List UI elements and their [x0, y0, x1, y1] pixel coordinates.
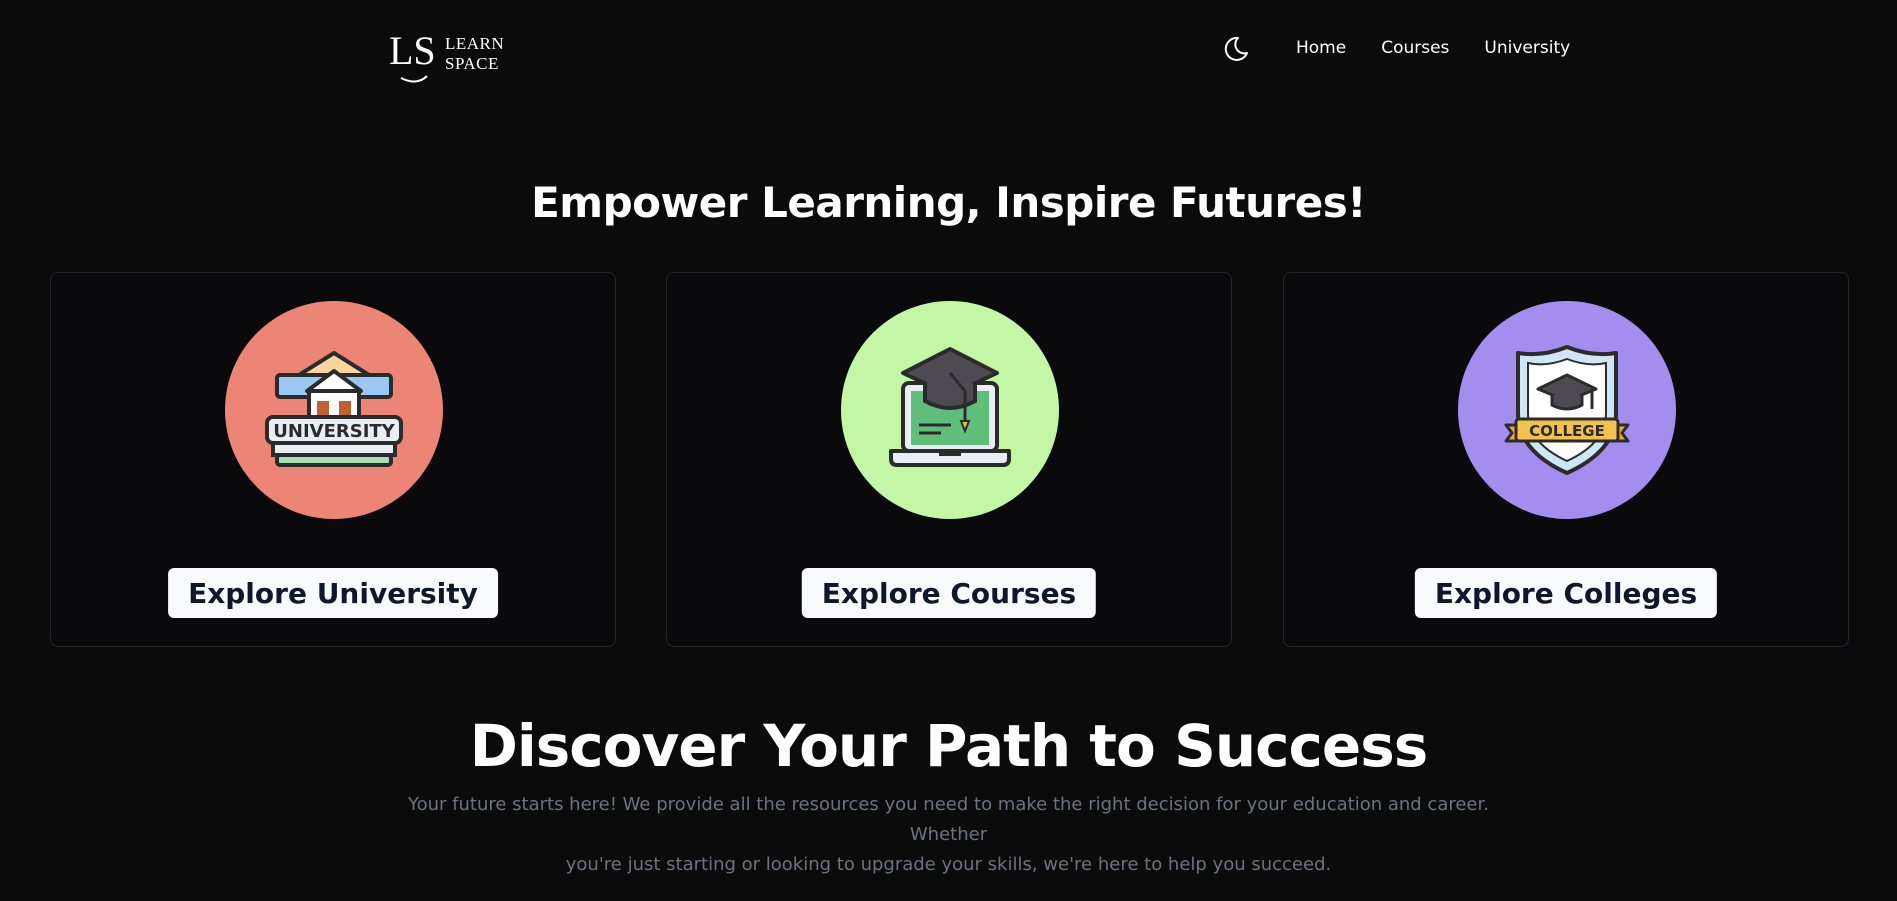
explore-courses-button[interactable]: Explore Courses — [801, 568, 1097, 618]
nav-link-courses[interactable]: Courses — [1381, 38, 1449, 58]
discover-description-line1: Your future starts here! We provide all … — [408, 794, 1489, 845]
discover-description-line2: you're just starting or looking to upgra… — [565, 854, 1332, 875]
college-shield-icon: COLLEGE — [1504, 345, 1630, 475]
logo[interactable]: LS LEARN SPACE — [383, 24, 504, 84]
main-nav: Home Courses University — [1296, 38, 1570, 58]
courses-icon-circle — [841, 301, 1059, 519]
laptop-graduation-cap-icon — [889, 347, 1011, 467]
logo-text-line1: LEARN — [445, 34, 505, 53]
logo-text: LEARN SPACE — [445, 34, 504, 74]
nav-link-university[interactable]: University — [1484, 38, 1570, 58]
svg-text:COLLEGE: COLLEGE — [1529, 422, 1605, 440]
discover-description: Your future starts here! We provide all … — [372, 790, 1525, 880]
card-courses: Explore Courses — [666, 272, 1232, 647]
card-colleges: COLLEGE Explore Colleges — [1283, 272, 1849, 647]
nav-link-home[interactable]: Home — [1296, 38, 1346, 58]
svg-text:UNIVERSITY: UNIVERSITY — [273, 421, 395, 442]
logo-text-line2: SPACE — [445, 54, 499, 73]
university-building-icon: UNIVERSITY — [265, 351, 403, 467]
svg-text:LS: LS — [389, 28, 436, 73]
explore-colleges-button[interactable]: Explore Colleges — [1414, 568, 1718, 618]
card-university: UNIVERSITY Explore University — [50, 272, 616, 647]
explore-university-button[interactable]: Explore University — [168, 568, 498, 618]
logo-mark-icon: LS — [389, 28, 436, 83]
university-icon-circle: UNIVERSITY — [225, 301, 443, 519]
site-header: LS LEARN SPACE Home Courses University — [0, 0, 1897, 100]
theme-toggle-button[interactable] — [1222, 35, 1250, 63]
moon-icon — [1224, 36, 1248, 61]
colleges-icon-circle: COLLEGE — [1458, 301, 1676, 519]
hero-title: Empower Learning, Inspire Futures! — [531, 178, 1366, 227]
discover-title: Discover Your Path to Success — [469, 712, 1429, 780]
